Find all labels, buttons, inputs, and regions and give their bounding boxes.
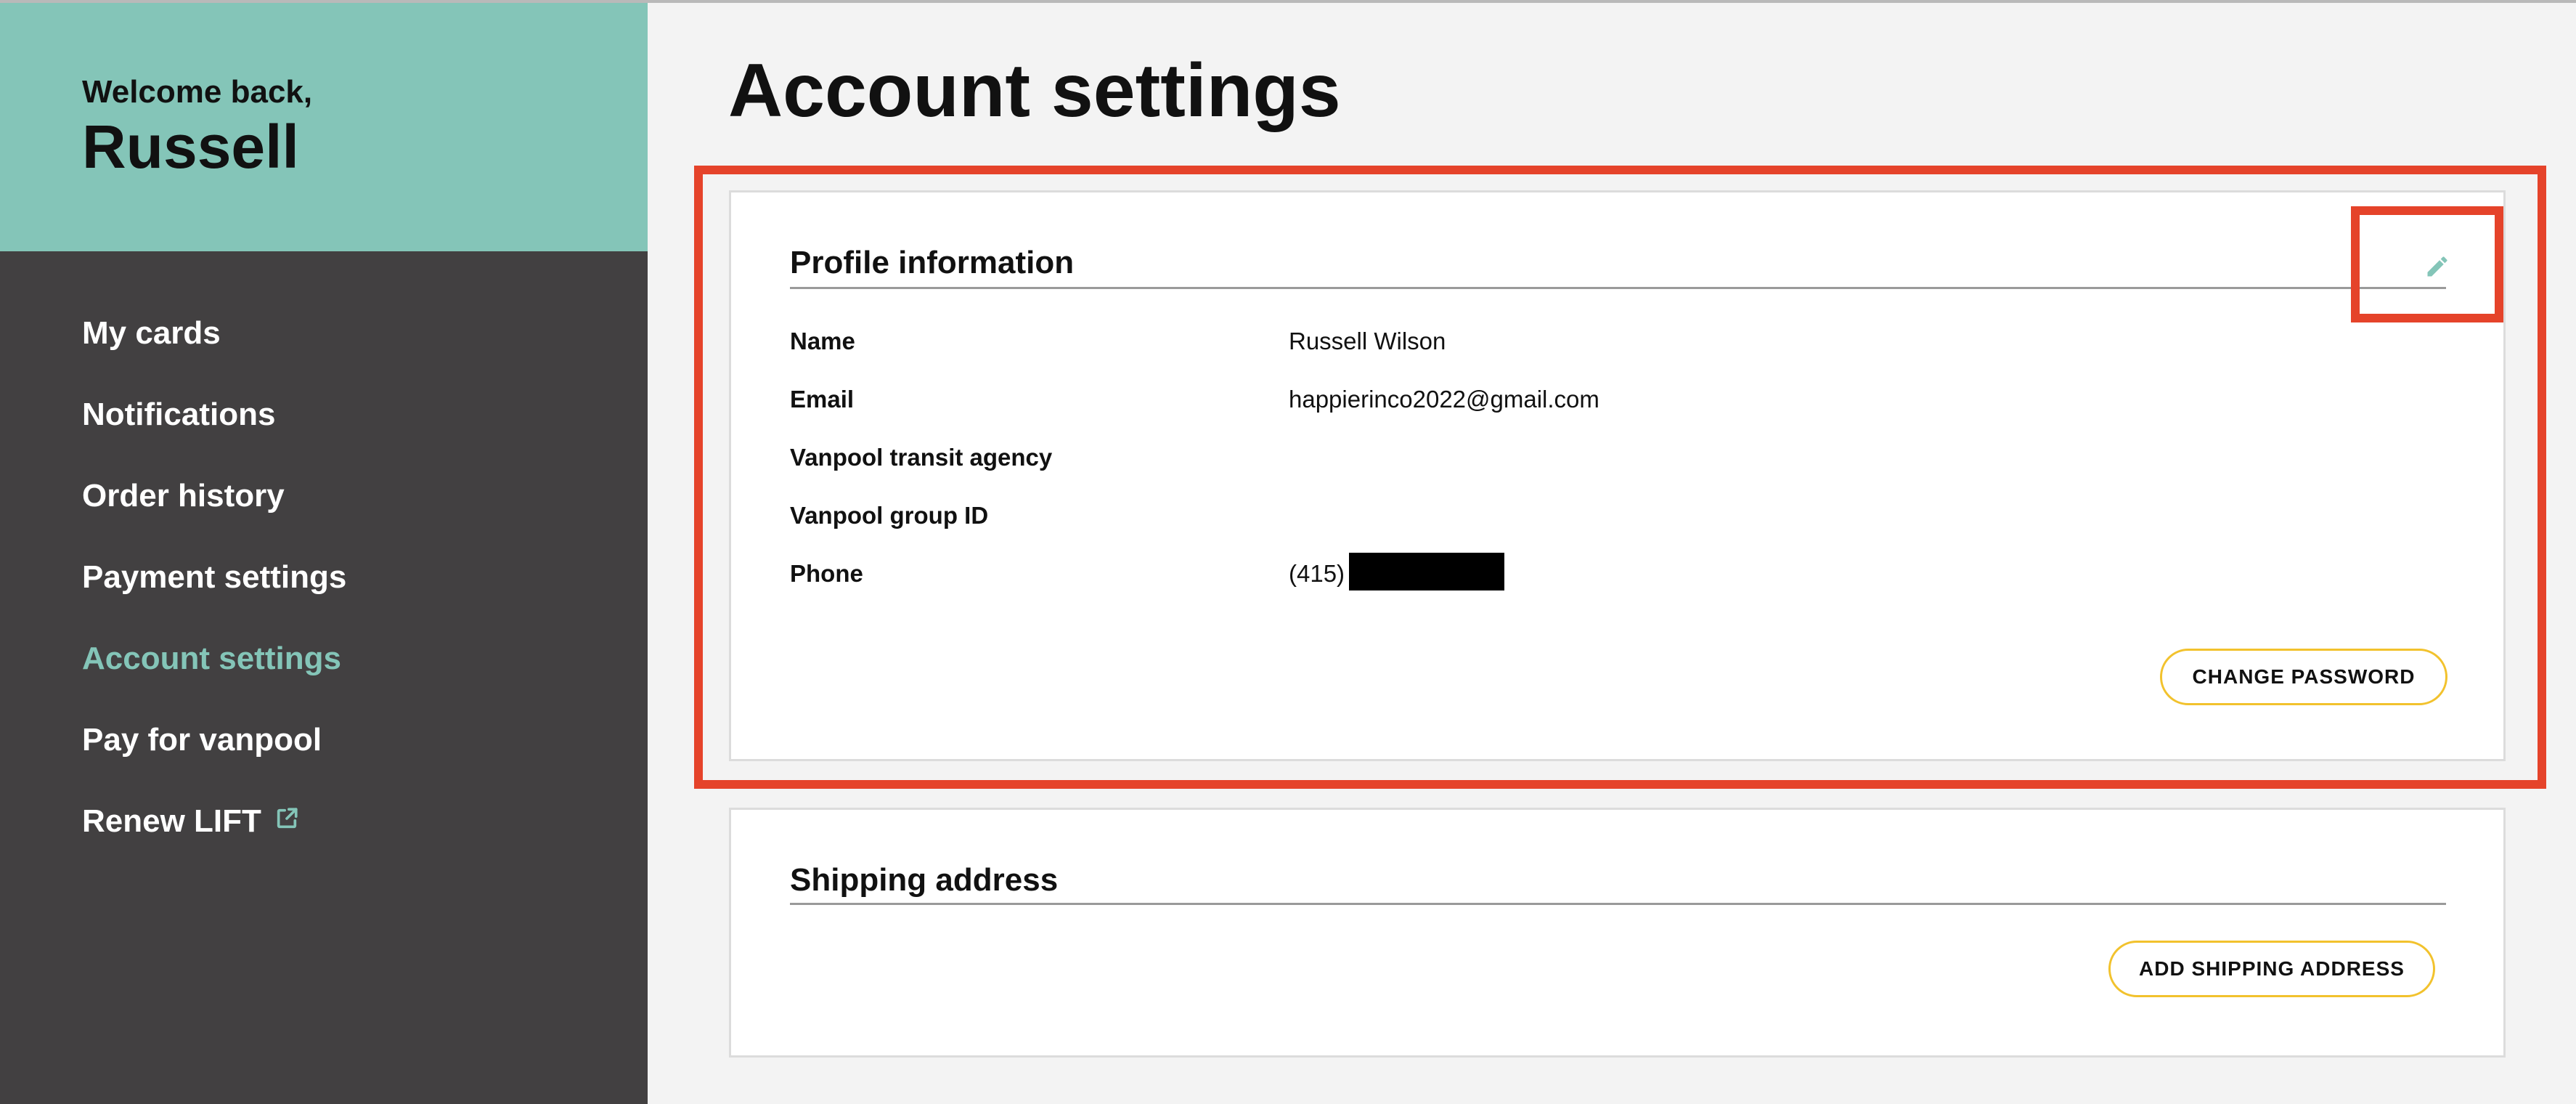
email-label: Email (790, 386, 855, 413)
sidebar-item-payment-settings[interactable]: Payment settings (82, 559, 346, 641)
profile-card: Profile information Name Russell Wilson … (729, 190, 2506, 761)
name-value: Russell Wilson (1289, 328, 1446, 354)
redaction-block (1349, 553, 1505, 591)
sidebar-item-my-cards[interactable]: My cards (82, 315, 346, 397)
pencil-icon[interactable] (2424, 253, 2450, 280)
phone-label: Phone (790, 560, 863, 587)
vanpool-group-label: Vanpool group ID (790, 502, 989, 529)
sidebar-item-label: Notifications (82, 397, 276, 432)
section-divider (790, 903, 2446, 905)
profile-title: Profile information (790, 245, 1075, 280)
sidebar: Welcome back, Russell My cards Notificat… (0, 3, 648, 1104)
sidebar-item-label: Pay for vanpool (82, 722, 322, 758)
sidebar-item-label: Payment settings (82, 559, 347, 595)
welcome-panel: Welcome back, Russell (0, 3, 648, 251)
shipping-title: Shipping address (790, 862, 1059, 898)
sidebar-item-label: My cards (82, 315, 221, 351)
sidebar-item-order-history[interactable]: Order history (82, 478, 346, 559)
phone-value: (415) (1289, 553, 1505, 591)
page-title: Account settings (728, 49, 1341, 133)
sidebar-item-pay-for-vanpool[interactable]: Pay for vanpool (82, 722, 346, 803)
sidebar-item-label: Order history (82, 478, 285, 514)
vanpool-agency-label: Vanpool transit agency (790, 444, 1053, 471)
section-divider (790, 287, 2446, 289)
name-label: Name (790, 328, 855, 354)
shipping-card: Shipping address ADD SHIPPING ADDRESS (729, 808, 2506, 1058)
add-shipping-address-button[interactable]: ADD SHIPPING ADDRESS (2108, 941, 2435, 997)
sidebar-item-notifications[interactable]: Notifications (82, 397, 346, 478)
external-link-icon (277, 808, 298, 829)
sidebar-item-account-settings[interactable]: Account settings (82, 641, 346, 722)
phone-area-code: (415) (1289, 560, 1345, 587)
change-password-button[interactable]: CHANGE PASSWORD (2160, 649, 2447, 705)
sidebar-item-label: Account settings (82, 641, 341, 676)
user-name: Russell (82, 113, 299, 181)
email-value: happierinco2022@gmail.com (1289, 386, 1599, 413)
welcome-text: Welcome back, (82, 74, 313, 110)
sidebar-item-renew-lift[interactable]: Renew LIFT (82, 803, 346, 885)
sidebar-nav: My cards Notifications Order history Pay… (82, 315, 346, 885)
sidebar-item-label: Renew LIFT (82, 803, 261, 839)
